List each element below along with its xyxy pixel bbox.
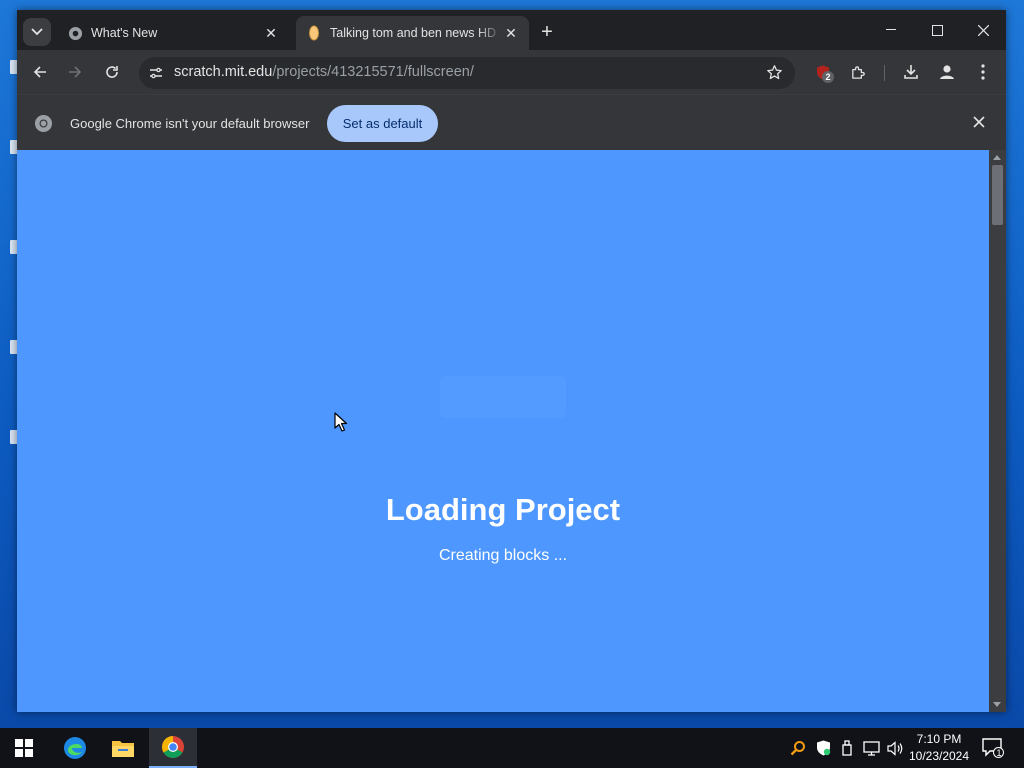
usb-device-icon[interactable] — [838, 739, 856, 757]
close-infobar-icon[interactable] — [972, 115, 986, 134]
maximize-button[interactable] — [919, 18, 955, 42]
downloads-button[interactable] — [898, 59, 924, 85]
url-text: scratch.mit.edu/projects/413215571/fulls… — [174, 64, 474, 80]
reload-button[interactable] — [99, 59, 125, 85]
clock-time: 7:10 PM — [916, 732, 962, 746]
tab-scratch-project[interactable]: Talking tom and ben news HD : ✕ — [296, 16, 529, 50]
bookmark-star-icon[interactable] — [766, 64, 783, 86]
chrome-logo-icon — [162, 736, 184, 758]
new-tab-button[interactable]: + — [535, 20, 559, 44]
loading-status: Creating blocks ... — [438, 547, 568, 564]
browser-toolbar: scratch.mit.edu/projects/413215571/fulls… — [17, 50, 1006, 94]
tab-strip: What's New ✕ Talking tom and ben news HD… — [17, 10, 1006, 50]
reload-icon — [106, 66, 118, 78]
close-tab-icon[interactable]: ✕ — [263, 25, 279, 41]
minimize-button[interactable] — [873, 18, 909, 42]
scroll-down-arrow-icon[interactable] — [993, 702, 1001, 707]
notification-count: 1 — [996, 748, 1002, 758]
edge-logo-icon — [64, 737, 86, 759]
scroll-up-arrow-icon[interactable] — [993, 155, 1001, 160]
clock-date: 10/23/2024 — [908, 749, 970, 763]
url-path: /projects/413215571/fullscreen/ — [272, 64, 474, 80]
puzzle-piece-icon — [851, 65, 865, 79]
start-button[interactable] — [0, 728, 48, 768]
mouse-cursor-icon — [334, 412, 348, 438]
tab-search-button[interactable] — [23, 18, 51, 46]
vertical-scrollbar[interactable] — [989, 150, 1006, 712]
loading-title: Loading Project — [385, 492, 621, 527]
windows-taskbar: 7:10 PM 10/23/2024 1 — [0, 728, 1024, 768]
chrome-logo-icon — [34, 114, 53, 138]
tab-title: What's New — [91, 26, 158, 40]
back-button[interactable] — [27, 59, 53, 85]
download-icon — [904, 65, 918, 79]
default-browser-infobar: Google Chrome isn't your default browser… — [17, 94, 1006, 150]
extensions-button[interactable] — [845, 59, 871, 85]
close-tab-icon[interactable]: ✕ — [503, 25, 519, 41]
close-icon — [977, 24, 989, 36]
scroll-thumb[interactable] — [992, 165, 1003, 225]
scratch-favicon-icon — [306, 25, 322, 41]
forward-button[interactable] — [62, 59, 88, 85]
maximize-icon — [931, 24, 943, 36]
chevron-down-icon — [31, 28, 43, 36]
profile-avatar-icon — [940, 65, 954, 79]
folder-icon — [112, 741, 134, 757]
infobar-message: Google Chrome isn't your default browser — [70, 116, 310, 131]
volume-icon[interactable] — [886, 739, 904, 757]
tab-title: Talking tom and ben news HD : — [330, 26, 503, 40]
taskbar-chrome[interactable] — [149, 728, 197, 768]
taskbar-edge[interactable] — [51, 728, 99, 768]
extension-badge-count: 2 — [822, 71, 834, 83]
chrome-window: What's New ✕ Talking tom and ben news HD… — [17, 10, 1006, 712]
windows-security-icon[interactable] — [814, 739, 832, 757]
taskbar-file-explorer[interactable] — [99, 728, 147, 768]
search-magnifier-tray-icon[interactable] — [789, 739, 807, 757]
minimize-icon — [886, 29, 896, 30]
profile-button[interactable] — [934, 59, 960, 85]
more-vert-icon — [981, 64, 985, 80]
set-as-default-button[interactable]: Set as default — [327, 105, 438, 142]
loading-block-placeholder — [440, 376, 566, 418]
chrome-menu-button[interactable] — [970, 59, 996, 85]
ublock-extension-button[interactable]: 2 — [810, 59, 836, 85]
url-host: scratch.mit.edu — [174, 64, 273, 80]
chrome-favicon-icon — [67, 25, 83, 41]
site-info-icon[interactable] — [148, 65, 164, 86]
network-icon[interactable] — [862, 739, 880, 757]
tab-whats-new[interactable]: What's New ✕ — [57, 16, 289, 50]
back-arrow-icon — [33, 66, 46, 78]
windows-logo-icon — [15, 739, 33, 757]
forward-arrow-icon — [69, 66, 82, 78]
address-bar[interactable]: scratch.mit.edu/projects/413215571/fulls… — [139, 57, 795, 89]
toolbar-divider — [884, 65, 885, 81]
scratch-fullscreen-stage[interactable]: Loading Project Creating blocks ... — [17, 150, 989, 712]
close-window-button[interactable] — [965, 18, 1001, 42]
taskbar-clock[interactable]: 7:10 PM 10/23/2024 — [906, 731, 972, 765]
notification-center-button[interactable]: 1 — [982, 738, 1004, 763]
